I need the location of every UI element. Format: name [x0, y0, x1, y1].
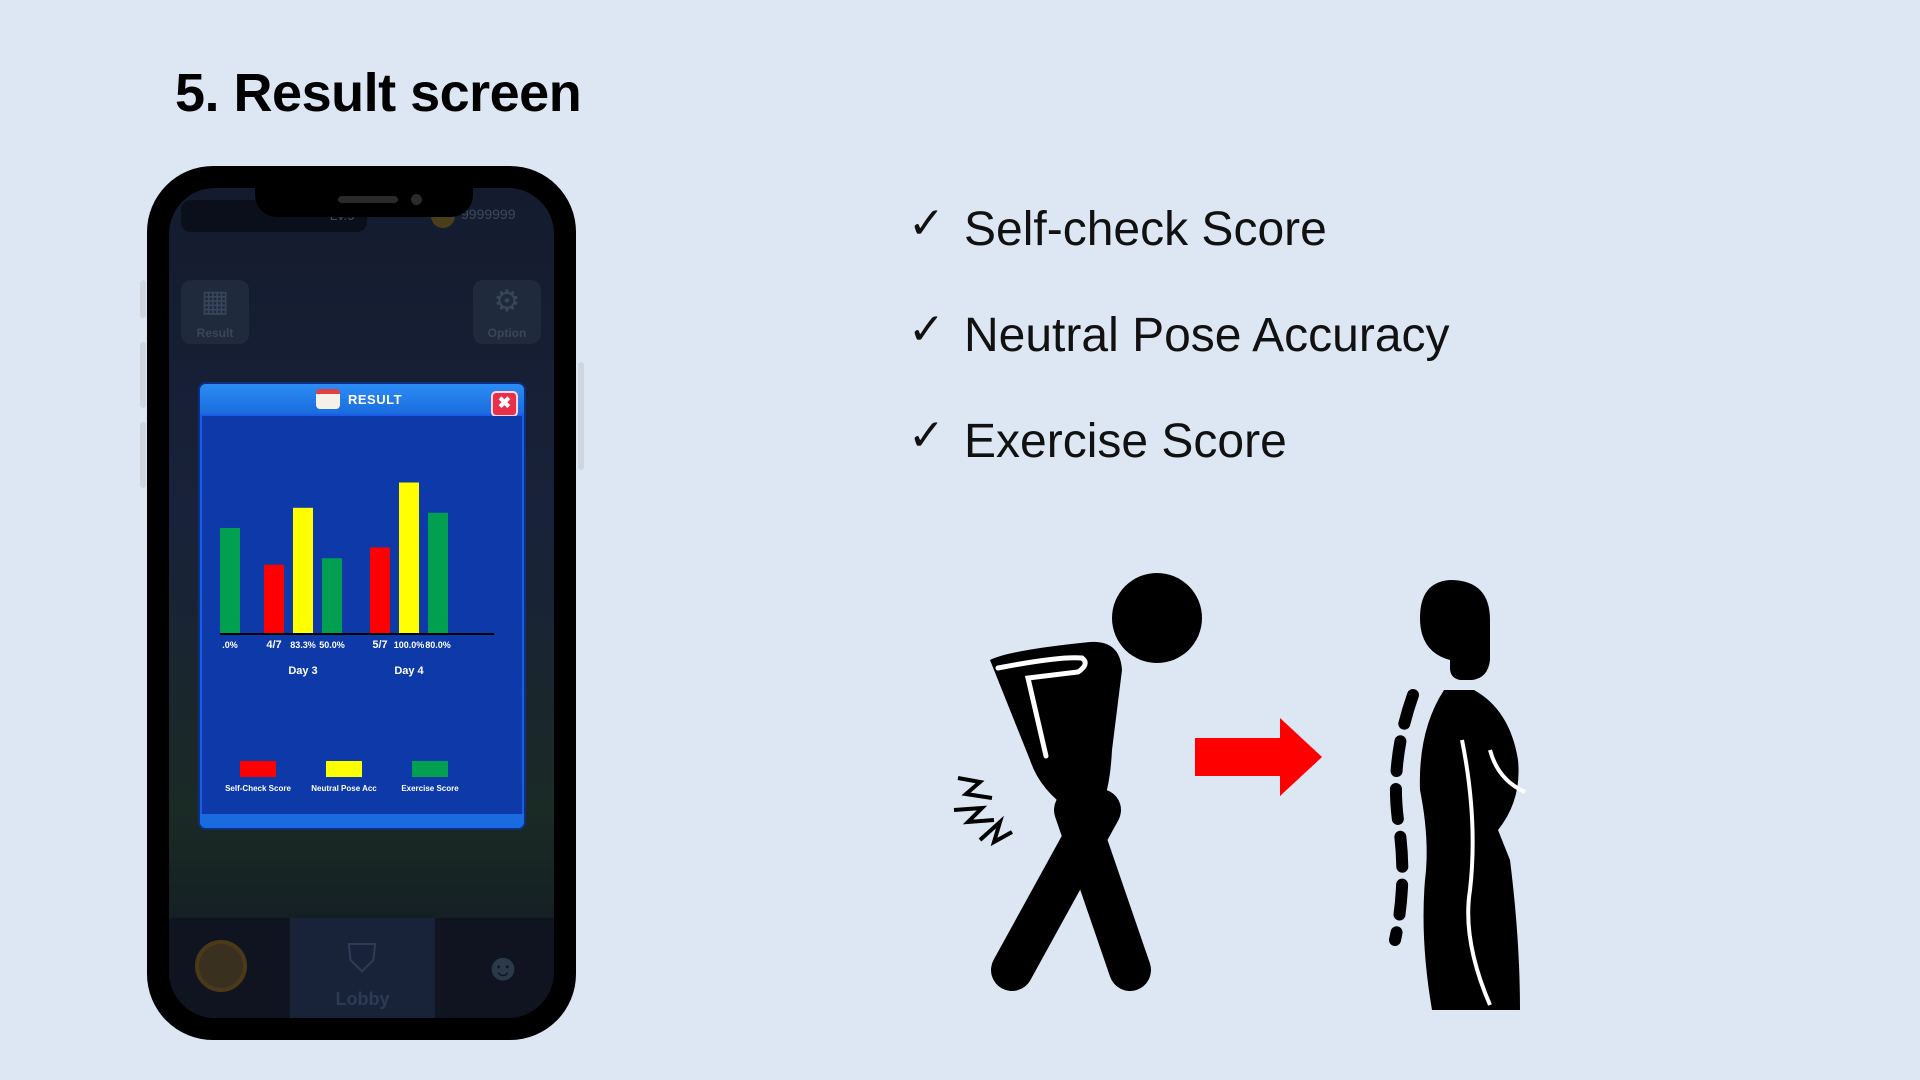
phone-volume-up — [140, 342, 146, 408]
result-button-label: Result — [196, 326, 234, 340]
legend-label: Neutral Pose Acc — [311, 784, 377, 793]
option-button-label: Option — [487, 326, 527, 340]
calendar-icon: ▦ — [200, 285, 230, 318]
option-button[interactable]: ⚙ Option — [473, 280, 541, 344]
phone-speaker — [338, 196, 398, 203]
bottom-nav: ⛉ Lobby ☻ — [169, 918, 554, 1018]
bar-self-check-score-day-3 — [264, 564, 284, 634]
result-dialog: RESULT ✖ .0% 4/7 83.3% 50.0% Day 3 5/7 100.0% 8… — [198, 382, 526, 830]
check-item-label: Neutral Pose Accuracy — [964, 309, 1450, 362]
result-button[interactable]: ▦ Result — [181, 280, 249, 344]
result-chart: .0% 4/7 83.3% 50.0% Day 3 5/7 100.0% 80.0% Day 4… — [220, 482, 494, 793]
dialog-footer — [200, 814, 524, 828]
legend-swatch — [240, 761, 276, 777]
dialog-title: RESULT — [348, 392, 403, 407]
category-label: Day 3 — [288, 665, 317, 677]
compass-icon[interactable] — [195, 940, 247, 992]
legend-label: Exercise Score — [401, 784, 459, 793]
checkmark-icon: ✓ — [908, 410, 945, 461]
good-posture-figure-icon — [1389, 580, 1526, 1010]
bar-exercise-score-day-3 — [322, 558, 342, 634]
chat-faces-icon[interactable]: ☻ — [475, 946, 531, 990]
calendar-icon — [316, 389, 340, 409]
check-item-label: Self-check Score — [964, 203, 1327, 256]
gear-icon: ⚙ — [493, 285, 521, 318]
bar-exercise-score-day-4 — [428, 512, 448, 634]
bar-value-label: 5/7 — [372, 639, 387, 651]
close-icon: ✖ — [497, 395, 512, 412]
bar-value-label: .0% — [222, 640, 238, 650]
category-label: Day 4 — [394, 665, 424, 677]
slide-title: 5. Result screen — [175, 63, 582, 123]
bar-self-check-score-day-4 — [370, 547, 390, 634]
dialog-header: RESULT ✖ — [200, 384, 524, 417]
bar-exercise-score-day-2 — [220, 527, 240, 634]
bar-value-label: 83.3% — [290, 640, 316, 650]
phone-side-button — [140, 280, 146, 318]
tab-lobby[interactable]: ⛉ Lobby — [290, 918, 435, 1018]
bar-neutral-pose-acc-day-4 — [399, 482, 419, 634]
checkmark-icon: ✓ — [908, 304, 945, 355]
legend-swatch — [412, 761, 448, 777]
close-button[interactable]: ✖ — [491, 391, 518, 417]
check-item-label: Exercise Score — [964, 415, 1287, 468]
shield-crown-icon: ⛉ — [347, 937, 377, 981]
bad-posture-figure-icon — [953, 573, 1202, 991]
chart-area[interactable]: .0% 4/7 83.3% 50.0% Day 3 5/7 100.0% 80.0% Day 4… — [202, 416, 522, 814]
bar-value-label: 80.0% — [425, 640, 451, 650]
phone-camera — [411, 194, 422, 205]
bar-neutral-pose-acc-day-3 — [293, 507, 313, 634]
phone-power-button — [578, 362, 584, 470]
tab-lobby-label: Lobby — [335, 989, 390, 1009]
phone-volume-down — [140, 422, 146, 488]
legend-label: Self-Check Score — [225, 784, 291, 793]
coin-count: 9999999 — [461, 206, 516, 222]
checkmark-icon: ✓ — [908, 198, 945, 249]
posture-illustration — [953, 573, 1526, 1010]
bar-value-label: 4/7 — [266, 639, 281, 651]
phone-notch — [255, 188, 473, 217]
legend-swatch — [326, 761, 362, 777]
bar-value-label: 100.0% — [394, 640, 425, 650]
right-arrow-icon — [1195, 718, 1322, 796]
bar-value-label: 50.0% — [319, 640, 345, 650]
